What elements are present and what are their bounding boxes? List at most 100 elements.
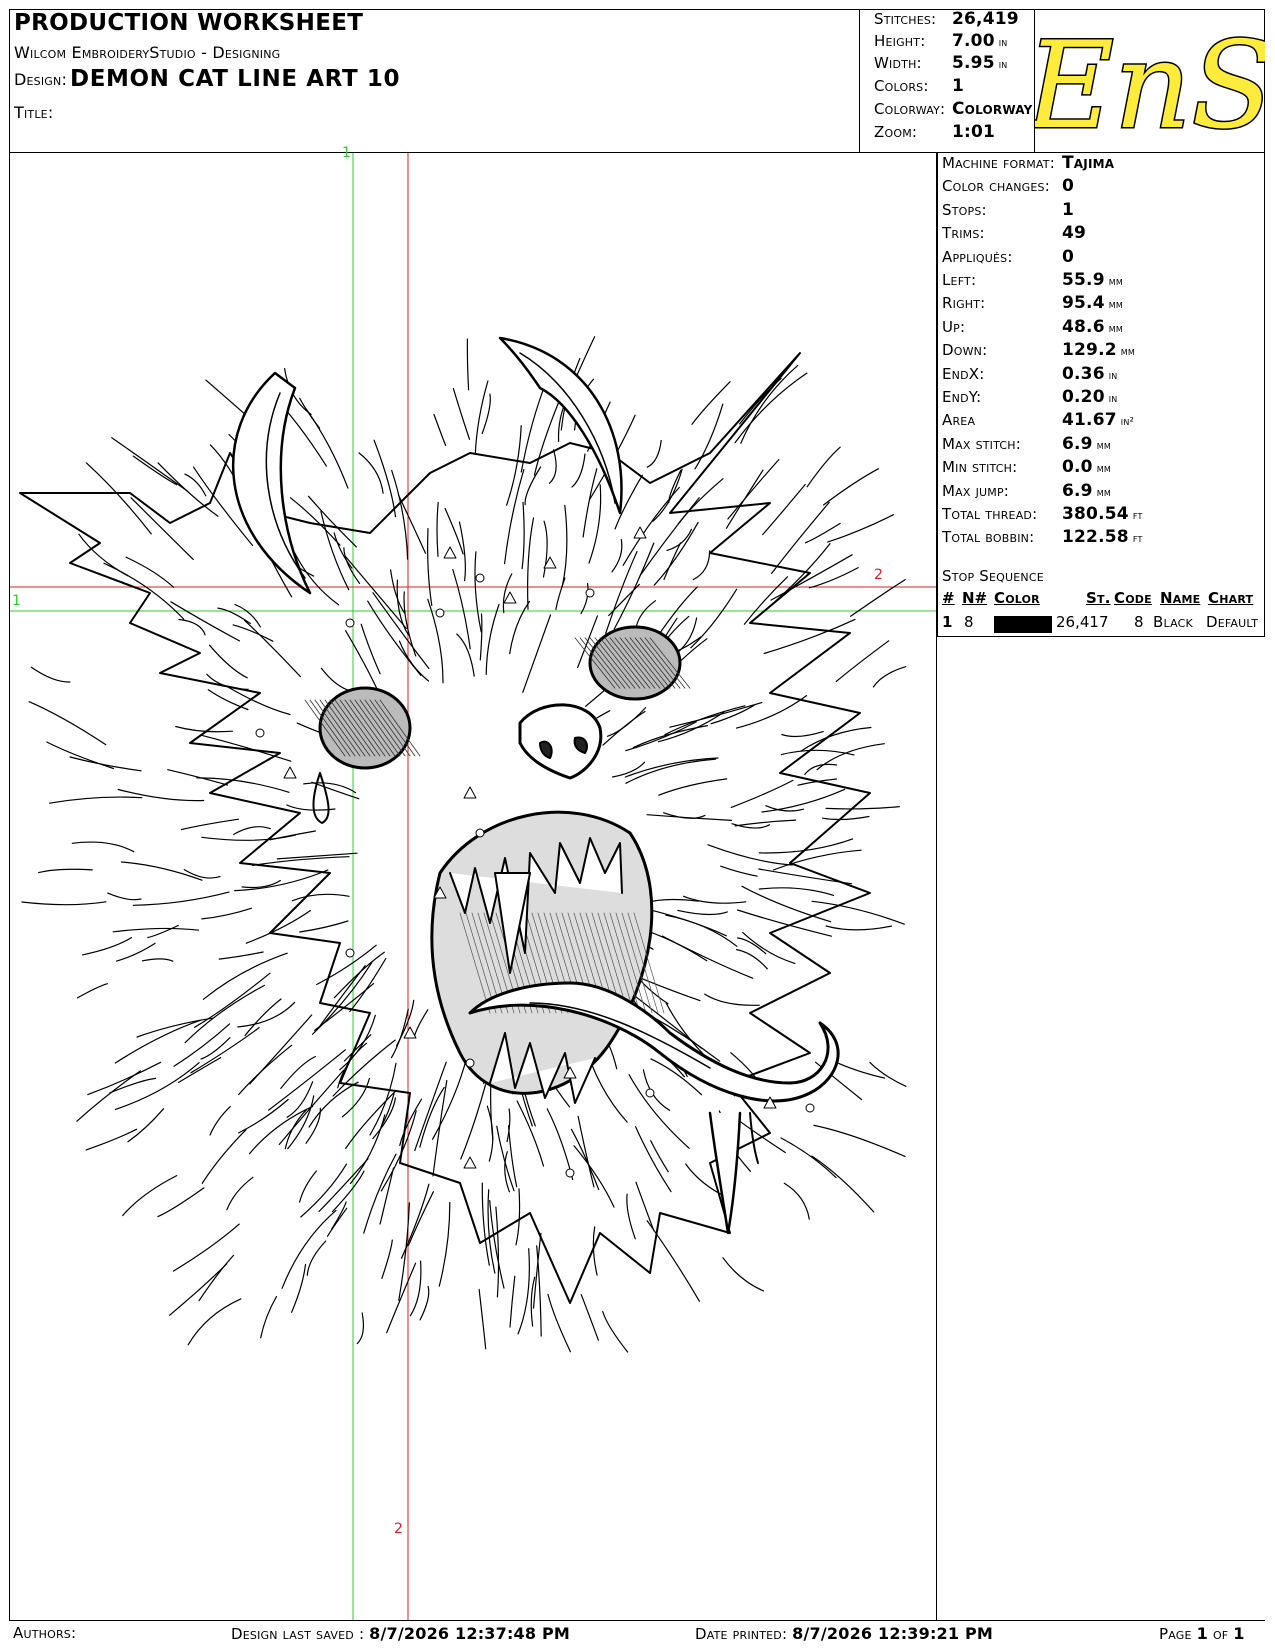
page-of: of [1212,1625,1229,1643]
seq-header-code: Code [1114,589,1152,607]
fur-stroke [813,1124,906,1158]
design-stats: Stitches: 26,419 Height: 7.00 in Width: 5.95… [859,9,1050,153]
fur-stroke [299,1170,317,1203]
machine-info-panel: Machine format: Tajima Color changes: 0 Stop… [937,153,1265,637]
info-area: Area 41.67 in² [942,410,1135,431]
fur-stroke [474,551,482,633]
fur-stroke [414,1061,447,1151]
ens-logo-graphic: EnS [1023,16,1275,158]
fur-stroke [474,380,489,455]
fur-stroke [318,1158,369,1213]
fur-stroke [626,1193,636,1240]
fur-stroke [180,818,240,831]
fur-stroke [187,1298,242,1346]
fur-stroke [407,1191,434,1247]
info-total-bobbin: Total bobbin: 122.58 ft [942,527,1143,548]
fur-stroke [403,591,417,657]
fur-stroke [419,1285,430,1321]
fur-stroke [628,1074,690,1149]
fur-stroke [806,446,841,488]
page-total: 1 [1233,1624,1245,1643]
worksheet-footer: Authors: Design last saved : 8/7/2026 12… [9,1620,1265,1644]
fur-stroke [691,381,731,425]
fur-stroke [116,942,156,962]
fur-stroke [218,951,264,960]
seq-row-code: 8 [1134,613,1144,631]
fur-stroke [112,927,200,933]
last-saved: Design last saved : 8/7/2026 12:37:48 PM [231,1624,570,1643]
fur-stroke [132,455,178,486]
fur-stroke [427,528,433,607]
fur-stroke [765,543,831,611]
fur-stroke [433,413,447,446]
seq-header-st: St. [1086,589,1111,607]
fur-stroke [85,462,152,535]
fur-stroke [509,1275,516,1328]
fur-stroke [835,640,890,683]
fur-stroke [646,814,733,821]
fur-stroke [646,439,662,468]
fur-stroke [677,909,728,916]
last-saved-value: 8/7/2026 12:37:48 PM [369,1624,571,1643]
fur-stroke [76,983,108,999]
fur-stroke [533,400,560,476]
fur-stroke [452,388,471,440]
page-indicator: Page 1 of 1 [1159,1624,1245,1643]
fur-stroke [343,547,361,584]
fur-stroke [653,521,699,586]
info-machine-format: Machine format: Tajima [942,153,1115,173]
fur-stroke [107,892,142,901]
info-up: Up: 48.6 mm [942,316,1123,337]
fur-stroke [780,1137,837,1179]
fur-stroke [452,568,471,650]
stat-stitches: Stitches: 26,419 [874,9,1019,29]
fur-stroke [122,1175,178,1217]
fur-stroke [132,891,230,906]
fur-stroke [233,826,271,835]
fur-stroke [201,1129,247,1184]
fur-stroke [289,497,341,546]
fur-stroke [360,623,381,675]
stitch-circle-marker [585,588,595,598]
fur-stroke [504,1151,510,1193]
fur-stroke [548,449,557,484]
fur-stroke [232,624,274,642]
fur-stroke [506,425,522,506]
page-number: 1 [1196,1624,1208,1643]
fur-stroke [770,554,853,601]
fur-stroke [109,1077,157,1094]
design-label: Design: [14,70,68,89]
stop-triangle-marker [463,786,477,799]
fur-stroke [120,861,203,881]
fur-stroke [280,1055,316,1089]
fur-stroke [358,452,384,494]
info-total-thread: Total thread: 380.54 ft [942,504,1143,524]
software-subtitle: Wilcom EmbroideryStudio - Designing [14,43,281,62]
fur-stroke [251,856,350,866]
fur-stroke [606,707,647,737]
fur-stroke [658,778,728,796]
stop-sequence-title: Stop Sequence [942,567,1044,585]
fur-stroke [444,507,464,555]
stitch-circle-marker [345,618,355,628]
fur-stroke [669,702,763,728]
info-max-stitch: Max stitch: 6.9 mm [942,433,1111,454]
fur-stroke [201,907,252,920]
ens-logo: EnS [1023,9,1275,158]
stat-zoom: Zoom: 1:01 [874,122,996,142]
fur-stroke [28,701,107,746]
fur-stroke [306,1240,327,1276]
fur-stroke [522,614,552,693]
fur-stroke [521,501,525,570]
demon-cat-artwork [10,153,936,1620]
fur-stroke [349,957,387,1012]
fur-stroke [725,469,764,529]
fur-stroke [804,763,838,775]
fur-stroke [390,1008,409,1059]
fur-stroke [438,1201,451,1287]
fur-stroke [735,949,768,970]
fur-stroke [485,603,500,675]
info-max-jump: Max jump: 6.9 mm [942,480,1111,501]
fur-stroke [763,618,856,655]
seq-header-num: # [942,589,955,607]
